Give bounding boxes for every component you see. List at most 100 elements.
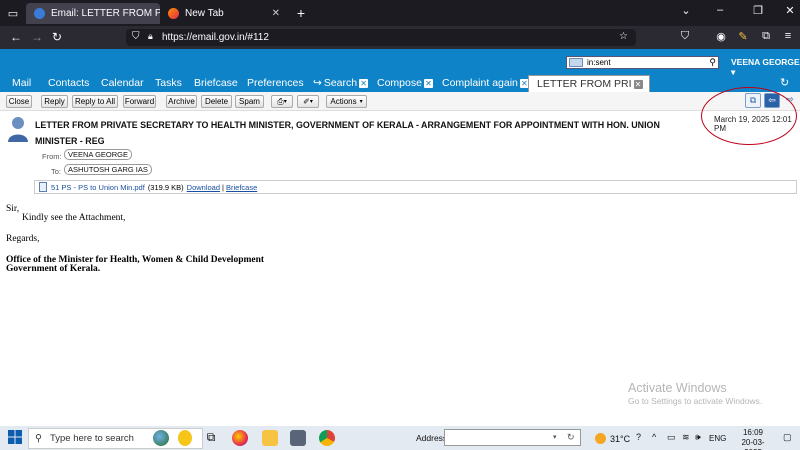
browser-tab-strip: ▭ Email: LETTER FROM PRIVATE SE ✕ New Ta… — [0, 0, 800, 26]
file-explorer-icon[interactable] — [262, 430, 278, 446]
account-icon[interactable]: ◉ — [713, 30, 729, 43]
windows-start-icon[interactable] — [8, 430, 22, 444]
restore-icon[interactable]: ❐ — [748, 4, 768, 17]
actions-button[interactable]: Actions ▾ — [326, 95, 367, 108]
reload-icon[interactable]: ↻ — [49, 30, 65, 44]
from-address-chip[interactable]: VEENA GEORGE — [64, 149, 133, 160]
close-tab-compose-icon[interactable]: ✕ — [423, 79, 433, 88]
taskbar-search-placeholder[interactable]: Type here to search — [50, 433, 134, 444]
language-indicator[interactable]: ENG — [709, 434, 726, 443]
close-window-icon[interactable]: ✕ — [780, 4, 800, 17]
notification-icon[interactable]: ▢ — [783, 432, 792, 443]
tab-letter-from-pri[interactable]: LETTER FROM PRI ✕ — [528, 75, 650, 92]
earth-icon[interactable] — [153, 430, 169, 446]
tag-icon: ✐ — [303, 97, 310, 106]
tab-preferences[interactable]: Preferences — [247, 77, 304, 89]
actions-label[interactable]: Actions — [330, 97, 356, 106]
go-icon[interactable]: ↻ — [567, 432, 575, 443]
briefcase-link[interactable]: Briefcase — [226, 183, 257, 192]
tab-contacts[interactable]: Contacts — [48, 77, 89, 89]
link-separator: | — [222, 182, 224, 192]
help-icon[interactable]: ? — [636, 432, 641, 442]
chevron-down-icon: ▾ — [283, 99, 287, 105]
wifi-icon[interactable]: ≋ — [682, 432, 690, 443]
bookmark-star-icon[interactable]: ☆ — [619, 31, 628, 42]
from-label: From: — [42, 152, 62, 161]
lock-icon[interactable]: 🔒︎ — [148, 31, 153, 42]
user-name[interactable]: VEENA GEORGE — [731, 57, 800, 67]
show-hidden-icons-chevron-icon[interactable]: ^ — [652, 432, 656, 442]
search-type-envelope-icon[interactable] — [569, 58, 583, 67]
new-tab-button[interactable]: + — [292, 4, 310, 22]
clock-date: 20-03-2025 — [741, 438, 765, 450]
tab-search-label[interactable]: Search — [324, 77, 357, 89]
tab-overflow-chevron-icon[interactable]: ⌄ — [676, 4, 696, 17]
forward-arrow-icon[interactable]: → — [29, 30, 45, 44]
pdf-file-icon — [39, 182, 47, 192]
menu-icon[interactable]: ≡ — [780, 30, 796, 42]
close-tab-search-icon[interactable]: ✕ — [359, 79, 369, 88]
delete-button[interactable]: Delete — [201, 95, 232, 108]
close-button[interactable]: Close — [6, 95, 32, 108]
url-text[interactable]: https://email.gov.in/#112 — [162, 32, 269, 43]
forward-button[interactable]: Forward — [123, 95, 156, 108]
chrome-icon[interactable] — [319, 430, 335, 446]
extensions-icon[interactable]: ⧉ — [758, 30, 774, 43]
mail-search-input[interactable]: in:sent ⚲ — [566, 56, 719, 69]
reply-button[interactable]: Reply — [41, 95, 68, 108]
tab-compose[interactable]: Compose ✕ — [377, 77, 433, 89]
task-view-icon[interactable]: ⧉ — [203, 430, 219, 446]
back-arrow-icon[interactable]: ← — [8, 30, 24, 44]
contact-avatar-icon — [8, 117, 28, 142]
archive-button[interactable]: Archive — [166, 95, 197, 108]
browser-tab-new-tab[interactable]: New Tab ✕ — [160, 3, 288, 24]
highlight-annotation-circle — [701, 87, 797, 145]
activate-windows-subtitle: Go to Settings to activate Windows. — [628, 396, 763, 406]
minimize-icon[interactable]: – — [710, 4, 730, 16]
tag-button[interactable]: ✐ ▾ — [297, 95, 319, 108]
signature-line-2: Government of Kerala. — [6, 264, 101, 274]
tab-list-icon[interactable]: ▭ — [4, 4, 22, 22]
network-icon[interactable]: ▭ — [667, 432, 676, 443]
volume-icon[interactable]: 🕪︎ — [695, 432, 701, 443]
tab-letter-label[interactable]: LETTER FROM PRI — [537, 78, 632, 90]
calculator-icon[interactable] — [290, 430, 306, 446]
search-icon[interactable]: ⚲ — [709, 57, 716, 68]
search-query-value[interactable]: in:sent — [587, 58, 611, 67]
chevron-down-icon[interactable]: ▾ — [553, 433, 557, 441]
tab-compose-label[interactable]: Compose — [377, 77, 422, 89]
shield-icon[interactable]: ⛉ — [132, 31, 140, 42]
browser-tab-email[interactable]: Email: LETTER FROM PRIVATE SE ✕ — [26, 3, 160, 24]
download-link[interactable]: Download — [187, 183, 220, 192]
attachment-name[interactable]: 51 PS - PS to Union Min.pdf — [51, 183, 145, 192]
attachment-size: (319.9 KB) — [147, 182, 184, 192]
clock[interactable]: 16:09 20-03-2025 — [733, 428, 773, 450]
tab-complaint-again[interactable]: Complaint again ✕ — [442, 77, 529, 89]
pocket-icon[interactable]: ⛉ — [677, 30, 693, 43]
reply-all-button[interactable]: Reply to All — [72, 95, 118, 108]
widget-icon[interactable] — [178, 430, 192, 446]
search-icon: ⚲ — [35, 433, 42, 444]
tab-tasks[interactable]: Tasks — [155, 77, 182, 89]
close-tab-icon[interactable]: ✕ — [272, 8, 280, 19]
chevron-down-icon: ▾ — [359, 99, 363, 105]
sun-icon — [595, 433, 606, 444]
refresh-icon[interactable]: ↻ — [780, 76, 789, 89]
tab-complaint-again-label[interactable]: Complaint again — [442, 77, 518, 89]
pen-icon[interactable]: ✎ — [735, 30, 751, 43]
tab-briefcase[interactable]: Briefcase — [194, 77, 238, 89]
weather-widget[interactable]: 31°C — [595, 433, 630, 444]
firefox-icon[interactable] — [232, 430, 248, 446]
taskbar-search-input[interactable]: ⚲ Type here to search — [28, 428, 203, 449]
body-salutation: Sir, — [6, 204, 20, 214]
print-button[interactable]: ⎙ ▾ — [271, 95, 293, 108]
to-address-chip[interactable]: ASHUTOSH GARG IAS — [64, 164, 152, 175]
tab-mail[interactable]: Mail — [12, 77, 31, 89]
tab-search[interactable]: ↪ Search ✕ — [313, 77, 369, 89]
tab-calendar[interactable]: Calendar — [101, 77, 144, 89]
spam-button[interactable]: Spam — [235, 95, 264, 108]
address-toolbar-input[interactable]: ▾ ↻ — [444, 429, 581, 446]
url-bar[interactable]: ⛉ 🔒︎ https://email.gov.in/#112 ☆ — [126, 29, 636, 46]
close-tab-letter-icon[interactable]: ✕ — [633, 80, 643, 89]
body-line: Kindly see the Attachment, — [22, 213, 126, 223]
